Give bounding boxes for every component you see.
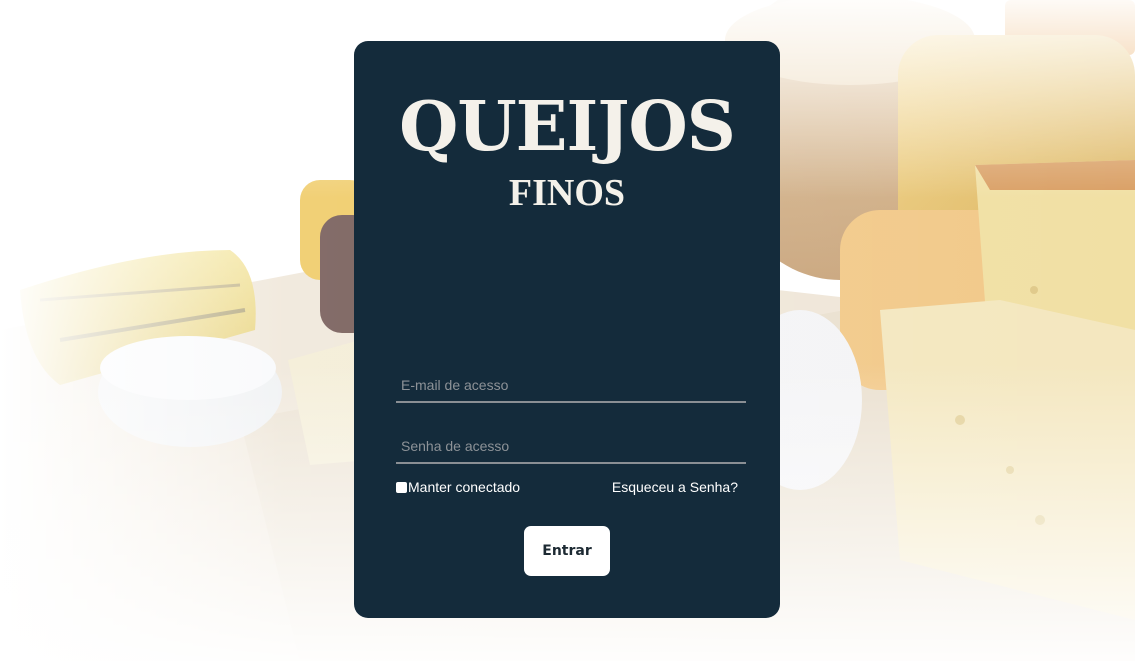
email-input[interactable]: [396, 369, 746, 403]
forgot-password-link[interactable]: Esqueceu a Senha?: [612, 479, 738, 495]
login-button[interactable]: Entrar: [524, 526, 610, 576]
brand-subtitle: FINOS: [508, 172, 626, 214]
remember-label: Manter conectado: [408, 479, 521, 495]
remember-checkbox[interactable]: [396, 481, 407, 493]
login-card: QUEIJOS FINOS Manter conectado Esqueceu …: [354, 41, 780, 618]
remember-me[interactable]: Manter conectado: [396, 479, 520, 495]
password-input[interactable]: [396, 430, 746, 464]
brand-title: QUEIJOS: [399, 87, 736, 167]
